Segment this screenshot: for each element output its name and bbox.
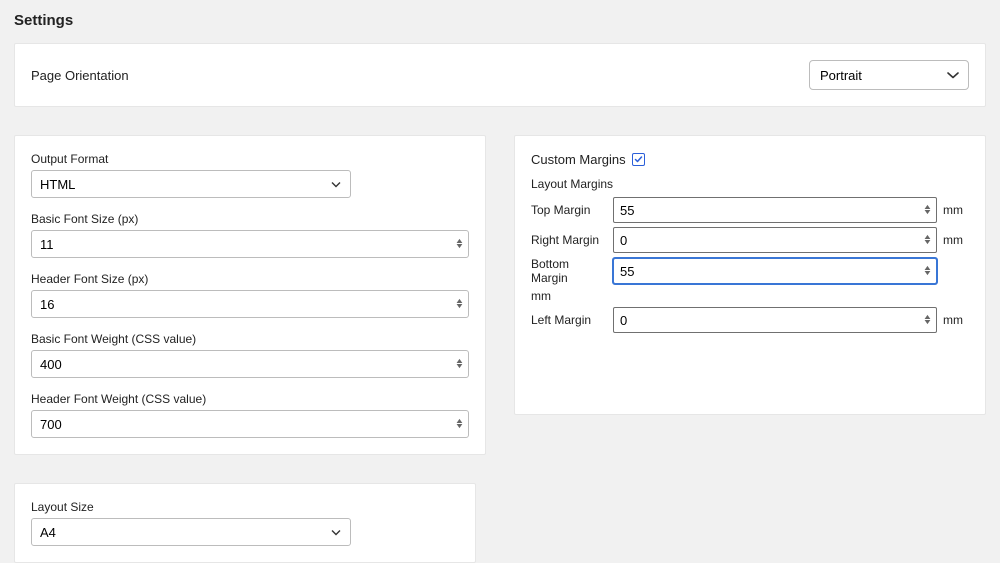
right-margin-input[interactable] — [613, 227, 937, 253]
unit-label: mm — [943, 233, 969, 247]
bottom-margin-input[interactable] — [613, 258, 937, 284]
right-margin-label: Right Margin — [531, 233, 607, 247]
output-format-label: Output Format — [31, 152, 469, 166]
custom-margins-checkbox[interactable] — [632, 153, 645, 166]
left-margin-label: Left Margin — [531, 313, 607, 327]
page-orientation-select[interactable] — [809, 60, 969, 90]
basic-font-weight-input[interactable] — [31, 350, 469, 378]
page-orientation-card: Page Orientation — [14, 43, 986, 107]
layout-margins-label: Layout Margins — [531, 177, 969, 191]
page-orientation-label: Page Orientation — [31, 68, 129, 83]
output-format-select[interactable] — [31, 170, 351, 198]
top-margin-label: Top Margin — [531, 203, 607, 217]
header-font-size-input[interactable] — [31, 290, 469, 318]
custom-margins-label: Custom Margins — [531, 152, 626, 167]
basic-font-size-label: Basic Font Size (px) — [31, 212, 469, 226]
top-margin-input[interactable] — [613, 197, 937, 223]
custom-margins-card: Custom Margins Layout Margins Top Margin… — [514, 135, 986, 415]
bottom-margin-label: Bottom Margin — [531, 257, 607, 285]
layout-size-card: Layout Size — [14, 483, 476, 563]
layout-size-select[interactable] — [31, 518, 351, 546]
unit-label: mm — [943, 313, 969, 327]
basic-font-weight-label: Basic Font Weight (CSS value) — [31, 332, 469, 346]
left-margin-input[interactable] — [613, 307, 937, 333]
unit-label: mm — [531, 289, 969, 303]
header-font-weight-label: Header Font Weight (CSS value) — [31, 392, 469, 406]
basic-font-size-input[interactable] — [31, 230, 469, 258]
unit-label: mm — [943, 203, 969, 217]
output-format-card: Output Format Basic Font Size (px) ▲▼ He… — [14, 135, 486, 455]
layout-size-label: Layout Size — [31, 500, 459, 514]
page-title: Settings — [14, 12, 986, 29]
header-font-weight-input[interactable] — [31, 410, 469, 438]
header-font-size-label: Header Font Size (px) — [31, 272, 469, 286]
